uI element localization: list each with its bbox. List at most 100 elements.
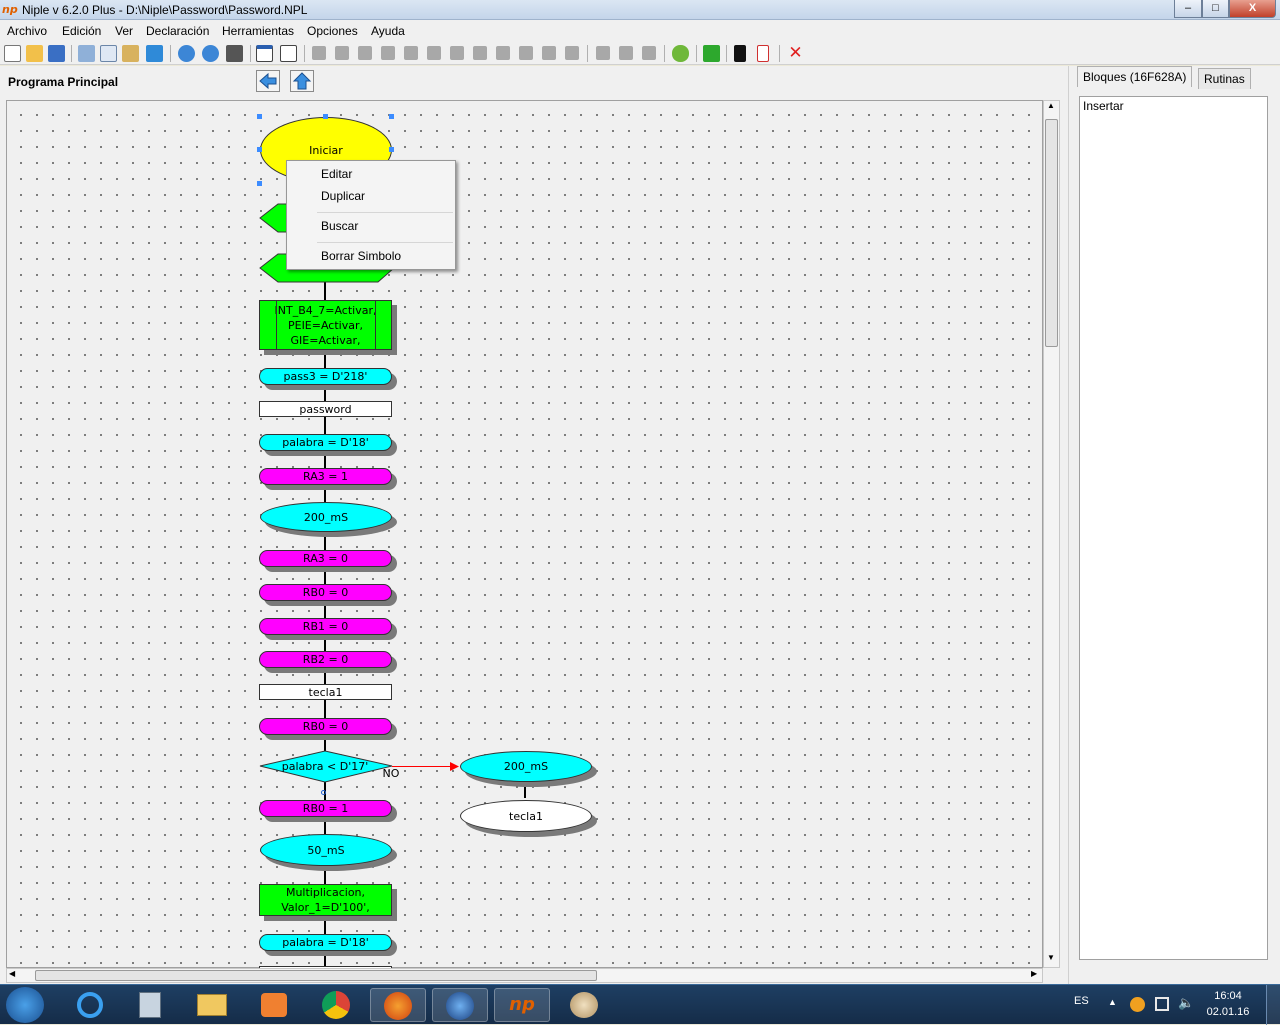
selection-handle[interactable] [389, 114, 394, 119]
minimize-button[interactable]: – [1174, 0, 1202, 18]
interrupt-config-block[interactable]: INT_B4_7=Activar, PEIE=Activar, GIE=Acti… [259, 300, 392, 350]
up-arrow-button[interactable] [290, 70, 314, 92]
taskbar-firefox-icon[interactable] [370, 988, 426, 1022]
assign-block[interactable]: palabra = D'18' [259, 934, 392, 951]
close-x-icon[interactable]: ✕ [787, 45, 804, 62]
close-button[interactable]: X [1229, 0, 1276, 18]
horizontal-scroll-thumb[interactable] [35, 970, 597, 981]
delay-block[interactable]: 50_mS [260, 834, 392, 866]
vertical-scroll-thumb[interactable] [1045, 119, 1058, 347]
scroll-right-icon[interactable]: ▶ [1031, 969, 1037, 978]
menu-ver[interactable]: Ver [115, 24, 133, 38]
selection-handle[interactable] [257, 181, 262, 186]
block-tool-icon[interactable] [642, 46, 656, 60]
chip-green-icon[interactable] [672, 45, 689, 62]
taskbar-ie-icon[interactable] [62, 988, 118, 1022]
tab-rutinas[interactable]: Rutinas [1198, 68, 1251, 89]
assign-block[interactable]: palabra = D'18' [259, 434, 392, 451]
block-tool-icon[interactable] [473, 46, 487, 60]
vertical-scrollbar[interactable]: ▲ ▼ [1043, 100, 1060, 968]
connector-point[interactable] [321, 790, 326, 795]
volume-icon[interactable]: 🔈 [1178, 995, 1194, 1011]
menu-herramientas[interactable]: Herramientas [222, 24, 294, 38]
save-icon[interactable] [48, 45, 65, 62]
chip-icon[interactable] [734, 45, 746, 62]
output-block[interactable]: RB0 = 0 [259, 584, 392, 601]
block-tool-icon[interactable] [335, 46, 349, 60]
decision-block[interactable]: palabra < D'17' [260, 758, 390, 775]
taskbar-media-player-icon[interactable] [246, 988, 302, 1022]
output-block[interactable]: RB1 = 0 [259, 618, 392, 635]
block-tool-icon[interactable] [519, 46, 533, 60]
redo-icon[interactable] [202, 45, 219, 62]
show-hidden-icons-icon[interactable]: ▲ [1108, 997, 1117, 1007]
taskbar-explorer-icon[interactable] [184, 988, 240, 1022]
copy-icon[interactable] [100, 45, 117, 62]
taskbar-google-earth-icon[interactable] [432, 988, 488, 1022]
menu-ayuda[interactable]: Ayuda [371, 24, 405, 38]
block-tool-icon[interactable] [427, 46, 441, 60]
block-tool-icon[interactable] [565, 46, 579, 60]
menu-opciones[interactable]: Opciones [307, 24, 358, 38]
undo-icon[interactable] [178, 45, 195, 62]
menu-item-editar[interactable]: Editar [321, 167, 352, 181]
output-block[interactable]: RB2 = 0 [259, 651, 392, 668]
cut-icon[interactable] [78, 45, 95, 62]
scroll-left-icon[interactable]: ◀ [9, 969, 15, 978]
clock-time[interactable]: 16:04 [1206, 990, 1250, 1002]
menu-item-buscar[interactable]: Buscar [321, 219, 358, 233]
grid-icon[interactable] [280, 45, 297, 62]
chip-red-icon[interactable] [757, 45, 769, 62]
menu-edicion[interactable]: Edición [62, 24, 101, 38]
window-icon[interactable] [256, 45, 273, 62]
blocks-list[interactable]: Insertar [1079, 96, 1268, 960]
block-tool-icon[interactable] [358, 46, 372, 60]
taskbar-niple-icon[interactable]: np [494, 988, 550, 1022]
block-tool-icon[interactable] [542, 46, 556, 60]
tab-bloques[interactable]: Bloques (16F628A) [1077, 66, 1193, 87]
flowchart-canvas[interactable] [6, 100, 1043, 968]
output-block[interactable]: RB0 = 0 [259, 718, 392, 735]
output-block[interactable]: RA3 = 1 [259, 468, 392, 485]
new-file-icon[interactable] [4, 45, 21, 62]
select-all-icon[interactable] [146, 45, 163, 62]
maximize-button[interactable]: □ [1202, 0, 1229, 18]
block-tool-icon[interactable] [450, 46, 464, 60]
network-icon[interactable] [1155, 997, 1169, 1011]
output-block[interactable]: RB0 = 1 [259, 800, 392, 817]
block-tool-icon[interactable] [596, 46, 610, 60]
delay-block[interactable]: 200_mS [260, 502, 392, 532]
list-item-insertar[interactable]: Insertar [1083, 99, 1124, 113]
block-tool-icon[interactable] [312, 46, 326, 60]
tray-app-icon[interactable] [1130, 997, 1145, 1012]
taskbar-paint-icon[interactable] [556, 988, 612, 1022]
open-folder-icon[interactable] [26, 45, 43, 62]
math-block[interactable]: Multiplicacion, Valor_1=D'100', [259, 884, 392, 916]
selection-handle[interactable] [257, 147, 262, 152]
paste-icon[interactable] [122, 45, 139, 62]
selection-handle[interactable] [323, 114, 328, 119]
show-desktop-button[interactable] [1266, 985, 1280, 1025]
language-indicator[interactable]: ES [1074, 995, 1089, 1007]
block-tool-icon[interactable] [496, 46, 510, 60]
selection-handle[interactable] [257, 114, 262, 119]
clock-date[interactable]: 02.01.16 [1206, 1006, 1250, 1018]
selection-handle[interactable] [389, 147, 394, 152]
routine-end-block[interactable]: tecla1 [460, 800, 592, 832]
menu-item-duplicar[interactable]: Duplicar [321, 189, 365, 203]
menu-declaracion[interactable]: Declaración [146, 24, 209, 38]
binoculars-icon[interactable] [226, 45, 243, 62]
back-arrow-button[interactable] [256, 70, 280, 92]
taskbar-calculator-icon[interactable] [122, 988, 178, 1022]
delay-block[interactable]: 200_mS [460, 751, 592, 782]
start-button-icon[interactable] [6, 987, 44, 1023]
output-block[interactable]: RA3 = 0 [259, 550, 392, 567]
scroll-up-icon[interactable]: ▲ [1047, 101, 1055, 110]
routine-call-block[interactable]: password [259, 401, 392, 417]
run-icon[interactable] [703, 45, 720, 62]
taskbar-chrome-icon[interactable] [308, 988, 364, 1022]
scroll-down-icon[interactable]: ▼ [1047, 953, 1055, 962]
assign-block[interactable]: pass3 = D'218' [259, 368, 392, 385]
routine-call-block[interactable]: tecla1 [259, 684, 392, 700]
block-tool-icon[interactable] [619, 46, 633, 60]
